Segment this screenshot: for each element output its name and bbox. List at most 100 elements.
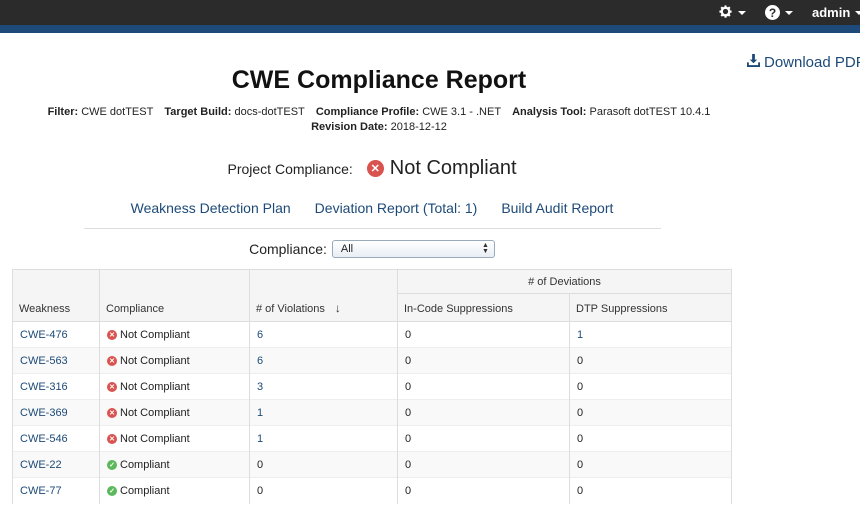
help-icon: ? bbox=[765, 5, 780, 20]
cell-violations[interactable]: 6 bbox=[249, 321, 398, 348]
compliance-status: Compliant bbox=[120, 458, 170, 471]
build-label: Target Build: bbox=[164, 106, 232, 118]
dtp-count: 0 bbox=[577, 484, 584, 497]
settings-menu[interactable] bbox=[718, 0, 746, 25]
chevron-down-icon bbox=[738, 10, 746, 15]
compliance-status: Not Compliant bbox=[120, 432, 190, 445]
deviation-report-link[interactable]: Deviation Report (Total: 1) bbox=[315, 200, 478, 216]
dtp-count: 0 bbox=[577, 432, 584, 445]
cell-dtp: 0 bbox=[569, 399, 732, 426]
error-icon: ✕ bbox=[366, 160, 384, 177]
download-pdf-link[interactable]: Download PDF bbox=[747, 54, 860, 71]
help-menu[interactable]: ? bbox=[765, 0, 793, 25]
violations-count: 0 bbox=[257, 458, 264, 471]
top-bar: ? admin bbox=[0, 0, 860, 25]
cell-weakness[interactable]: CWE-546 bbox=[12, 425, 100, 452]
weakness-link[interactable]: CWE-77 bbox=[20, 485, 62, 497]
tool-value: Parasoft dotTEST 10.4.1 bbox=[589, 106, 711, 118]
user-menu[interactable]: admin bbox=[812, 0, 860, 25]
cell-violations: 0 bbox=[249, 451, 398, 478]
project-compliance-status: Not Compliant bbox=[389, 157, 517, 179]
compliance-select[interactable]: All ▲ ▼ bbox=[331, 240, 495, 258]
cell-dtp: 0 bbox=[569, 347, 732, 374]
cell-violations[interactable]: 1 bbox=[249, 425, 398, 452]
violations-count[interactable]: 1 bbox=[257, 407, 263, 419]
in-code-count: 0 bbox=[405, 406, 412, 419]
header-in-code-suppressions[interactable]: In-Code Suppressions bbox=[397, 293, 570, 322]
compliance-filter: Compliance: All ▲ ▼ bbox=[0, 240, 744, 258]
tool-label: Analysis Tool: bbox=[512, 106, 587, 118]
dtp-count: 0 bbox=[577, 458, 584, 471]
weakness-link[interactable]: CWE-563 bbox=[20, 355, 68, 367]
profile-value: CWE 3.1 - .NET bbox=[422, 106, 502, 118]
violations-count[interactable]: 6 bbox=[257, 329, 263, 341]
cell-compliance: ✓ Compliant bbox=[99, 451, 250, 478]
cell-violations[interactable]: 6 bbox=[249, 347, 398, 374]
cell-compliance: ✕ Not Compliant bbox=[99, 321, 250, 348]
cell-violations[interactable]: 3 bbox=[249, 373, 398, 400]
compliance-status: Not Compliant bbox=[120, 354, 190, 367]
dtp-count: 0 bbox=[577, 354, 584, 367]
weakness-link[interactable]: CWE-369 bbox=[20, 407, 68, 419]
cell-weakness[interactable]: CWE-22 bbox=[12, 451, 100, 478]
compliance-status: Not Compliant bbox=[120, 406, 190, 419]
header-weakness[interactable]: Weakness bbox=[12, 269, 100, 322]
compliance-select-value: All bbox=[340, 243, 354, 255]
sort-down-icon: ↓ bbox=[334, 301, 341, 315]
violations-count[interactable]: 3 bbox=[257, 381, 263, 393]
header-violations[interactable]: # of Violations ↓ bbox=[249, 269, 398, 322]
cell-in-code: 0 bbox=[397, 477, 570, 504]
cell-weakness[interactable]: CWE-563 bbox=[12, 347, 100, 374]
table-row: CWE-77 ✓ Compliant 0 0 0 bbox=[12, 477, 732, 504]
cell-weakness[interactable]: CWE-369 bbox=[12, 399, 100, 426]
cell-compliance: ✓ Compliant bbox=[99, 477, 250, 504]
in-code-count: 0 bbox=[405, 354, 412, 367]
weakness-link[interactable]: CWE-546 bbox=[20, 433, 68, 445]
violations-count[interactable]: 1 bbox=[257, 433, 263, 445]
error-icon: ✕ bbox=[107, 433, 117, 444]
download-label: Download PDF bbox=[764, 54, 860, 71]
build-audit-report-link[interactable]: Build Audit Report bbox=[501, 200, 613, 216]
check-icon: ✓ bbox=[107, 459, 117, 470]
cell-in-code: 0 bbox=[397, 425, 570, 452]
gear-icon bbox=[718, 4, 733, 22]
cell-in-code: 0 bbox=[397, 347, 570, 374]
build-value: docs-dotTEST bbox=[234, 106, 305, 118]
cell-compliance: ✕ Not Compliant bbox=[99, 399, 250, 426]
error-icon: ✕ bbox=[107, 355, 117, 366]
cell-compliance: ✕ Not Compliant bbox=[99, 347, 250, 374]
header-compliance[interactable]: Compliance bbox=[99, 269, 250, 322]
cell-weakness[interactable]: CWE-77 bbox=[12, 477, 100, 504]
check-icon: ✓ bbox=[107, 485, 117, 496]
weakness-link[interactable]: CWE-316 bbox=[20, 381, 68, 393]
in-code-count: 0 bbox=[405, 432, 412, 445]
cell-violations[interactable]: 1 bbox=[249, 399, 398, 426]
dtp-count[interactable]: 1 bbox=[577, 329, 583, 341]
cell-violations: 0 bbox=[249, 477, 398, 504]
compliance-status: Compliant bbox=[120, 484, 170, 497]
compliance-status: Not Compliant bbox=[120, 380, 190, 393]
cell-weakness[interactable]: CWE-316 bbox=[12, 373, 100, 400]
compliance-table: Weakness Compliance # of Violations ↓ # o… bbox=[12, 269, 732, 504]
header-dtp-suppressions[interactable]: DTP Suppressions bbox=[569, 293, 732, 322]
profile-label: Compliance Profile: bbox=[315, 106, 420, 118]
table-row: CWE-546 ✕ Not Compliant 1 0 0 bbox=[12, 425, 732, 452]
table-row: CWE-476 ✕ Not Compliant 6 0 1 bbox=[12, 321, 732, 348]
dtp-count: 0 bbox=[577, 406, 584, 419]
filter-value: CWE dotTEST bbox=[81, 106, 154, 118]
error-icon: ✕ bbox=[107, 407, 117, 418]
table-row: CWE-369 ✕ Not Compliant 1 0 0 bbox=[12, 399, 732, 426]
weakness-link[interactable]: CWE-476 bbox=[20, 329, 68, 341]
dtp-count: 0 bbox=[577, 380, 584, 393]
chevron-down-icon bbox=[785, 10, 793, 15]
weakness-link[interactable]: CWE-22 bbox=[20, 459, 62, 471]
project-compliance-label: Project Compliance: bbox=[227, 160, 353, 177]
report-meta: Filter: CWE dotTEST Target Build: docs-d… bbox=[0, 105, 758, 135]
revision-value: 2018-12-12 bbox=[390, 121, 447, 133]
project-compliance: Project Compliance: ✕ Not Compliant bbox=[0, 157, 744, 180]
weakness-detection-plan-link[interactable]: Weakness Detection Plan bbox=[131, 200, 291, 216]
cell-weakness[interactable]: CWE-476 bbox=[12, 321, 100, 348]
cell-dtp: 0 bbox=[569, 373, 732, 400]
violations-count[interactable]: 6 bbox=[257, 355, 263, 367]
cell-dtp[interactable]: 1 bbox=[569, 321, 732, 348]
